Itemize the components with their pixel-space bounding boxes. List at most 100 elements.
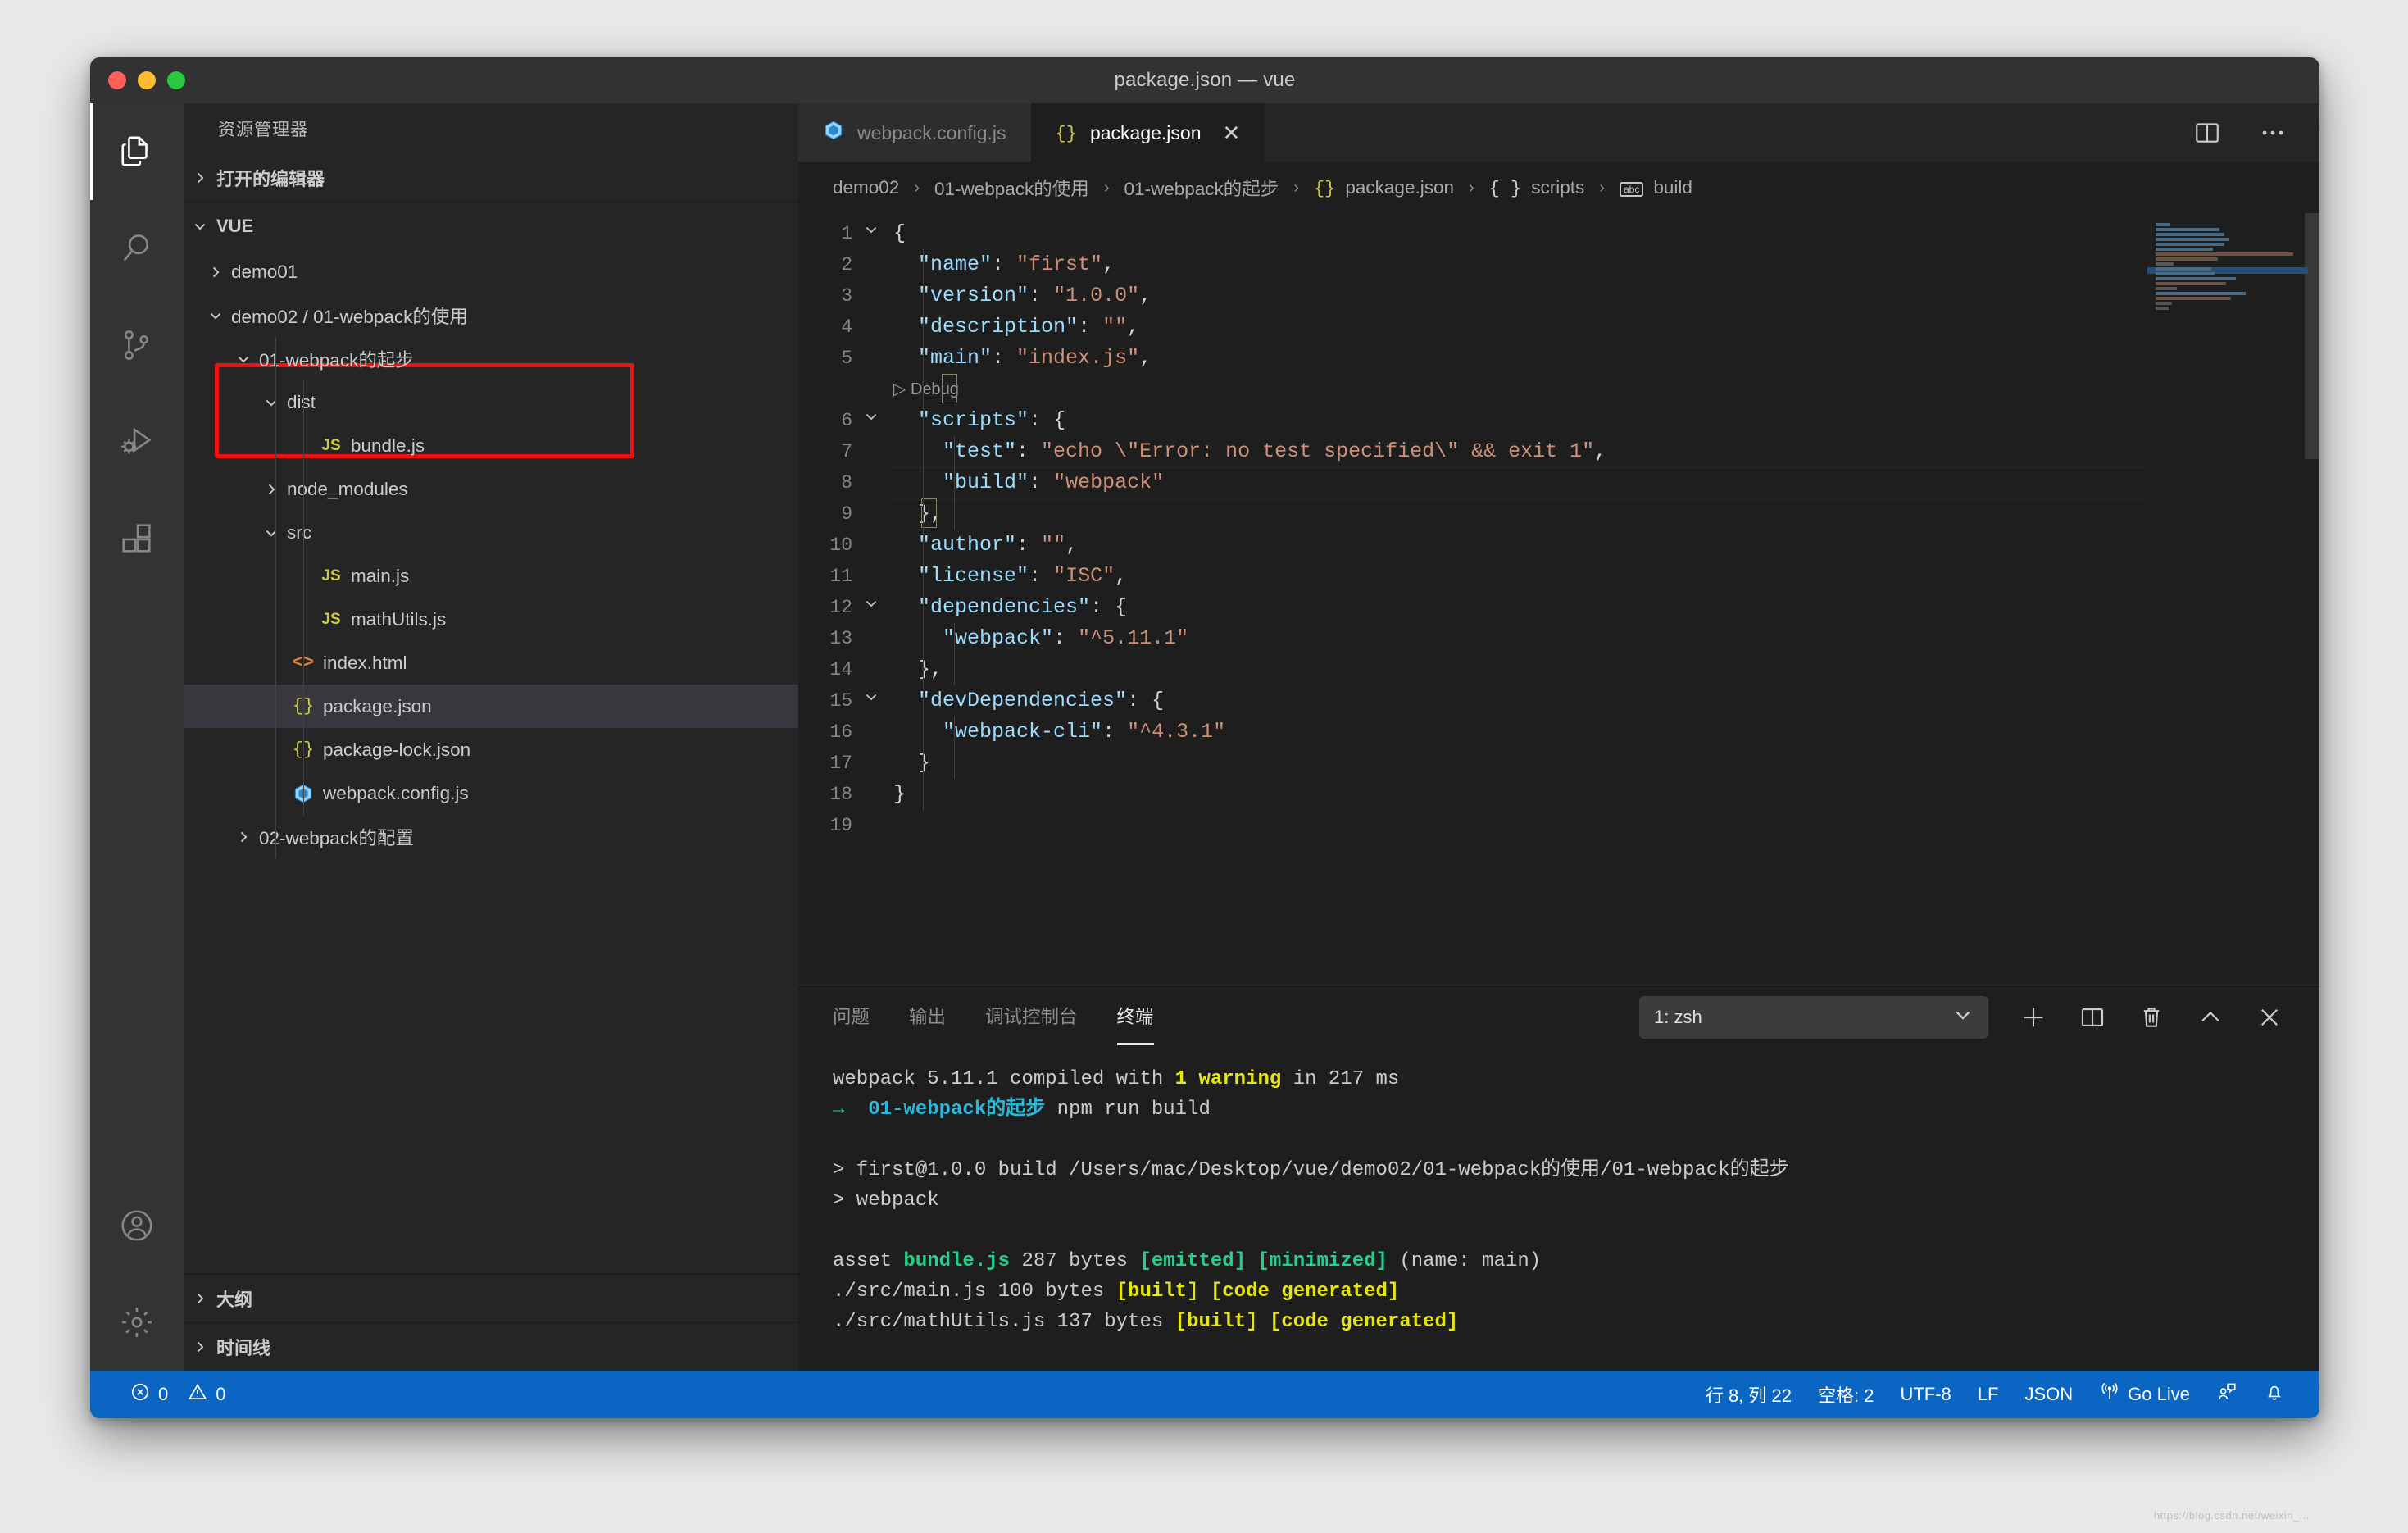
fold-chevron-icon[interactable] (852, 592, 890, 623)
activity-extensions[interactable] (90, 490, 184, 587)
code-line[interactable]: 6 "scripts": { (798, 405, 2147, 436)
breadcrumb-item-package-json[interactable]: {}package.json (1314, 177, 1454, 199)
minimap[interactable] (2147, 213, 2319, 985)
code-line[interactable]: 3 "version": "1.0.0", (798, 280, 2147, 312)
code-line[interactable]: 1{ (798, 218, 2147, 249)
panel-tabs: 问题 输出 调试控制台 终端 1: zsh (798, 985, 2319, 1049)
fold-chevron-icon[interactable] (852, 405, 890, 436)
code-line[interactable]: 4 "description": "", (798, 312, 2147, 343)
breadcrumb-item-01-webpack---[interactable]: 01-webpack的起步 (1124, 175, 1279, 201)
section-timeline[interactable]: 时间线 (184, 1322, 798, 1371)
status-language-mode[interactable]: JSON (2011, 1371, 2086, 1418)
code-line[interactable]: 5 "main": "index.js", (798, 343, 2147, 374)
chevron-right-icon (184, 1290, 216, 1307)
code-line[interactable]: 15 "devDependencies": { (798, 685, 2147, 716)
run-debug-icon (118, 423, 156, 461)
code-line-text: } (890, 748, 930, 779)
status-problems[interactable]: 0 0 (116, 1371, 239, 1418)
fold-chevron-icon[interactable] (852, 218, 890, 249)
section-workspace-root[interactable]: VUE (184, 202, 798, 250)
ellipsis-icon[interactable] (2259, 119, 2287, 147)
line-number: 18 (798, 779, 852, 810)
panel-tab-3[interactable]: 终端 (1117, 1003, 1154, 1032)
code-line[interactable]: 9 }, (798, 498, 2147, 530)
terminal-select-label: 1: zsh (1654, 1007, 1702, 1028)
editor-tab-webpack-config-js[interactable]: webpack.config.js (798, 103, 1031, 162)
activity-explorer[interactable] (90, 103, 184, 200)
activity-search[interactable] (90, 200, 184, 297)
terminal-line (833, 1216, 2319, 1246)
close-icon[interactable] (2256, 1003, 2283, 1031)
window-controls[interactable] (90, 71, 185, 89)
panel-tab-2[interactable]: 调试控制台 (985, 1003, 1078, 1032)
code-line-text: }, (890, 654, 943, 685)
breadcrumb-item-scripts[interactable]: { }scripts (1489, 177, 1585, 199)
line-number: 16 (798, 716, 852, 748)
chevron-right-icon (184, 1339, 216, 1355)
status-indentation[interactable]: 空格: 2 (1805, 1371, 1887, 1418)
minimap-line (2156, 282, 2226, 285)
terminal-line: webpack 5.11.1 compiled with 1 warning i… (833, 1064, 2319, 1094)
code-indent-guide (954, 623, 955, 685)
breadcrumb-item-01-webpack---[interactable]: 01-webpack的使用 (934, 175, 1089, 201)
code-lens-row[interactable]: ▷ Debug (798, 374, 2147, 405)
minimize-window-button[interactable] (138, 71, 156, 89)
editor-tab-package-json[interactable]: {} package.json ✕ (1031, 103, 1265, 162)
code-line[interactable]: 10 "author": "", (798, 530, 2147, 561)
breadcrumb[interactable]: demo02›01-webpack的使用›01-webpack的起步›{}pac… (798, 162, 2319, 213)
chevron-right-icon (202, 264, 229, 280)
code-line[interactable]: 19 (798, 810, 2147, 841)
code-content[interactable]: 1{2 "name": "first",3 "version": "1.0.0"… (798, 213, 2147, 985)
breadcrumb-separator: › (1104, 179, 1110, 198)
tree-item-demo01[interactable]: demo01 (184, 250, 798, 293)
minimap-line (2156, 243, 2224, 246)
status-go-live[interactable]: Go Live (2086, 1371, 2203, 1418)
trash-icon[interactable] (2138, 1003, 2165, 1031)
chevron-up-icon[interactable] (2197, 1003, 2224, 1031)
chevron-down-icon (184, 218, 216, 234)
editor-tab-label: package.json (1090, 122, 1202, 144)
status-notifications[interactable] (2251, 1371, 2298, 1418)
panel-tab-1[interactable]: 输出 (909, 1003, 946, 1032)
tab-close-icon[interactable]: ✕ (1223, 122, 1241, 143)
section-open-editors[interactable]: 打开的编辑器 (184, 154, 798, 202)
status-encoding[interactable]: UTF-8 (1887, 1371, 1964, 1418)
code-line[interactable]: 16 "webpack-cli": "^4.3.1" (798, 716, 2147, 748)
terminal-output[interactable]: webpack 5.11.1 compiled with 1 warning i… (798, 1049, 2319, 1371)
close-window-button[interactable] (108, 71, 126, 89)
code-line[interactable]: 17 } (798, 748, 2147, 779)
desktop-background: package.json — vue (0, 0, 2408, 1533)
code-editor[interactable]: 1{2 "name": "first",3 "version": "1.0.0"… (798, 213, 2319, 985)
code-line[interactable]: 12 "dependencies": { (798, 592, 2147, 623)
scrollbar-thumb[interactable] (2305, 213, 2319, 459)
code-line[interactable]: 11 "license": "ISC", (798, 561, 2147, 592)
split-icon[interactable] (2079, 1003, 2106, 1031)
status-live-share[interactable] (2203, 1371, 2251, 1418)
code-line[interactable]: 7 "test": "echo \"Error: no test specifi… (798, 436, 2147, 467)
status-eol[interactable]: LF (1965, 1371, 2012, 1418)
maximize-window-button[interactable] (167, 71, 185, 89)
file-tree[interactable]: demo01demo02 / 01-webpack的使用01-webpack的起… (184, 250, 798, 1273)
terminal-select[interactable]: 1: zsh (1639, 996, 1988, 1039)
activity-source-control[interactable] (90, 297, 184, 393)
status-cursor-position[interactable]: 行 8, 列 22 (1692, 1371, 1805, 1418)
minimap-line (2156, 307, 2169, 310)
activity-accounts[interactable] (90, 1177, 184, 1274)
activity-manage[interactable] (90, 1274, 184, 1371)
fold-chevron-icon[interactable] (852, 685, 890, 716)
code-line[interactable]: 18} (798, 779, 2147, 810)
code-line[interactable]: 2 "name": "first", (798, 249, 2147, 280)
minimap-line (2156, 272, 2215, 275)
section-outline[interactable]: 大纲 (184, 1274, 798, 1322)
code-line[interactable]: 14 }, (798, 654, 2147, 685)
plus-icon[interactable] (2020, 1003, 2047, 1031)
breadcrumb-item-build[interactable]: abcbuild (1620, 177, 1692, 198)
breadcrumb-item-demo02[interactable]: demo02 (833, 177, 899, 198)
panel-tab-0[interactable]: 问题 (833, 1003, 870, 1032)
split-editor-icon[interactable] (2193, 119, 2221, 147)
editor-scrollbar[interactable] (2305, 213, 2319, 985)
activity-run-debug[interactable] (90, 393, 184, 490)
tree-item-demo02---01-webpack---[interactable]: demo02 / 01-webpack的使用 (184, 293, 798, 337)
json-icon: {} (1056, 121, 1077, 144)
code-line[interactable]: 13 "webpack": "^5.11.1" (798, 623, 2147, 654)
